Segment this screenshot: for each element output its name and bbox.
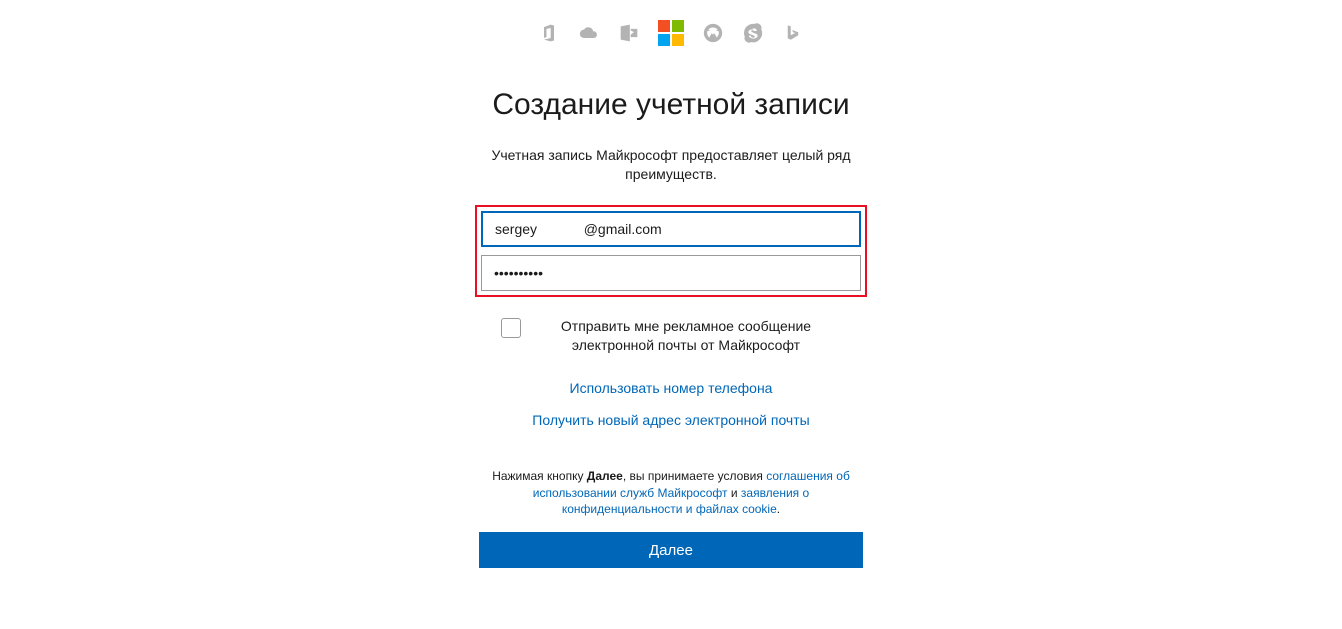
terms-bold: Далее (587, 469, 623, 483)
terms-suffix: . (777, 502, 780, 516)
next-button[interactable]: Далее (479, 532, 863, 568)
microsoft-logo-icon (658, 20, 684, 46)
page-title: Создание учетной записи (492, 86, 849, 124)
outlook-icon (618, 22, 640, 44)
terms-text: Нажимая кнопку Далее, вы принимаете усло… (491, 468, 851, 518)
promo-checkbox-row: Отправить мне рекламное сообщение электр… (501, 317, 841, 356)
use-phone-link[interactable]: Использовать номер телефона (570, 380, 773, 396)
office-icon (538, 22, 560, 44)
form-highlight-box (475, 205, 867, 297)
page-subtitle: Учетная запись Майкрософт предоставляет … (491, 146, 851, 185)
xbox-icon (702, 22, 724, 44)
promo-checkbox-label: Отправить мне рекламное сообщение электр… (531, 317, 841, 356)
skype-icon (742, 22, 764, 44)
promo-checkbox[interactable] (501, 318, 521, 338)
onedrive-icon (578, 22, 600, 44)
brand-icon-row (538, 20, 804, 46)
terms-mid1: , вы принимаете условия (623, 469, 766, 483)
bing-icon (782, 22, 804, 44)
password-field[interactable] (481, 255, 861, 291)
get-email-link[interactable]: Получить новый адрес электронной почты (532, 412, 809, 428)
email-field[interactable] (481, 211, 861, 247)
terms-mid2: и (728, 486, 741, 500)
terms-prefix: Нажимая кнопку (492, 469, 587, 483)
